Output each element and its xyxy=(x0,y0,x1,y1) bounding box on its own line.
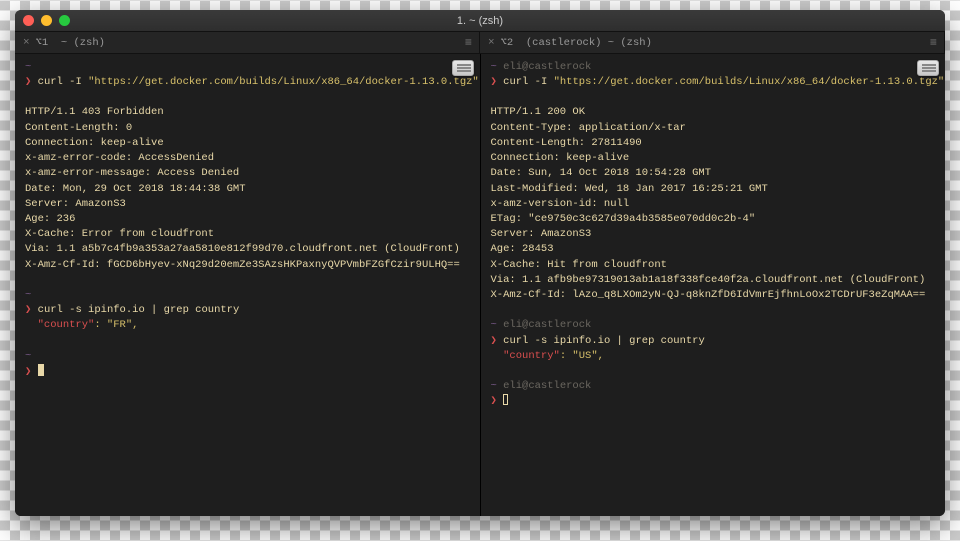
tab-menu-icon[interactable]: ≡ xyxy=(465,36,471,50)
json-key: "country" xyxy=(503,350,560,362)
scroll-indicator-icon[interactable] xyxy=(452,60,474,76)
cursor-icon xyxy=(503,394,508,405)
tab-1[interactable]: × ⌥1 ~ (zsh) ≡ xyxy=(15,32,480,53)
tab-shortcut: ⌥1 xyxy=(36,36,49,49)
tab-label: (castlerock) ~ (zsh) xyxy=(526,37,652,49)
window-title: 1. ~ (zsh) xyxy=(15,15,945,27)
terminal-window: 1. ~ (zsh) × ⌥1 ~ (zsh) ≡ × ⌥2 (castlero… xyxy=(15,10,945,516)
cursor-icon xyxy=(38,364,44,376)
url-string: "https://get.docker.com/builds/Linux/x86… xyxy=(88,76,479,88)
command-line: curl -I "https://get.docker.com/builds/L… xyxy=(38,76,479,88)
ssh-context: eli@castlerock xyxy=(503,380,591,392)
tab-close-icon[interactable]: × xyxy=(488,37,495,49)
tab-shortcut: ⌥2 xyxy=(501,36,514,49)
titlebar[interactable]: 1. ~ (zsh) xyxy=(15,10,945,32)
command-line: curl -s ipinfo.io | grep country xyxy=(503,335,705,347)
http-response: HTTP/1.1 200 OKContent-Type: application… xyxy=(491,105,936,303)
json-value: : "FR", xyxy=(94,319,138,331)
command-line: curl -s ipinfo.io | grep country xyxy=(38,304,240,316)
command-line: curl -I "https://get.docker.com/builds/L… xyxy=(503,76,944,88)
tab-menu-icon[interactable]: ≡ xyxy=(930,36,936,50)
ssh-context: eli@castlerock xyxy=(503,61,591,73)
pane-left[interactable]: ~ ❯ curl -I "https://get.docker.com/buil… xyxy=(15,54,481,516)
json-value: : "US", xyxy=(560,350,604,362)
url-string: "https://get.docker.com/builds/Linux/x86… xyxy=(554,76,945,88)
ssh-context: eli@castlerock xyxy=(503,319,591,331)
split-panes: ~ ❯ curl -I "https://get.docker.com/buil… xyxy=(15,54,945,516)
pane-right[interactable]: ~ eli@castlerock ❯ curl -I "https://get.… xyxy=(481,54,946,516)
http-response: HTTP/1.1 403 ForbiddenContent-Length: 0C… xyxy=(25,105,470,272)
tab-bar: × ⌥1 ~ (zsh) ≡ × ⌥2 (castlerock) ~ (zsh)… xyxy=(15,32,945,54)
tab-label: ~ (zsh) xyxy=(61,37,105,49)
scroll-indicator-icon[interactable] xyxy=(917,60,939,76)
json-key: "country" xyxy=(38,319,95,331)
tab-close-icon[interactable]: × xyxy=(23,37,30,49)
tab-2[interactable]: × ⌥2 (castlerock) ~ (zsh) ≡ xyxy=(480,32,945,53)
